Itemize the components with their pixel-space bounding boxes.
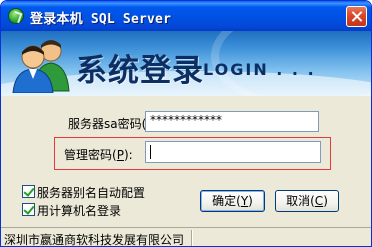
sql-server-icon xyxy=(8,8,24,24)
status-separator xyxy=(191,230,193,246)
login-banner: 系统登录 LOGIN . . . xyxy=(1,31,371,96)
close-button[interactable] xyxy=(346,6,367,27)
login-dialog: 登录本机 SQL Server 系统登录 LOGIN . . . 服务器sa密码… xyxy=(0,0,372,247)
admin-password-field[interactable] xyxy=(145,141,321,163)
alias-auto-config-label[interactable]: 服务器别名自动配置 xyxy=(37,184,145,201)
computer-name-login-label[interactable]: 用计算机名登录 xyxy=(37,202,121,219)
status-bar: 深圳市嬴通商软科技发展有限公司 xyxy=(1,227,371,247)
banner-subtitle: LOGIN . . . xyxy=(203,60,316,79)
alias-auto-config-checkbox[interactable] xyxy=(22,185,35,198)
cancel-button[interactable]: 取消(C) xyxy=(275,190,339,212)
title-bar[interactable]: 登录本机 SQL Server xyxy=(1,1,371,31)
window-title: 登录本机 SQL Server xyxy=(30,12,172,27)
text-caret xyxy=(150,145,151,159)
company-name: 深圳市嬴通商软科技发展有限公司 xyxy=(4,233,185,247)
computer-name-login-checkbox[interactable] xyxy=(22,203,35,216)
server-password-field[interactable]: ************ xyxy=(145,111,319,132)
users-icon xyxy=(12,40,70,93)
banner-title: 系统登录 xyxy=(76,53,204,89)
admin-password-label: 管理密码(P): xyxy=(64,148,133,162)
ok-button[interactable]: 确定(Y) xyxy=(200,190,265,212)
